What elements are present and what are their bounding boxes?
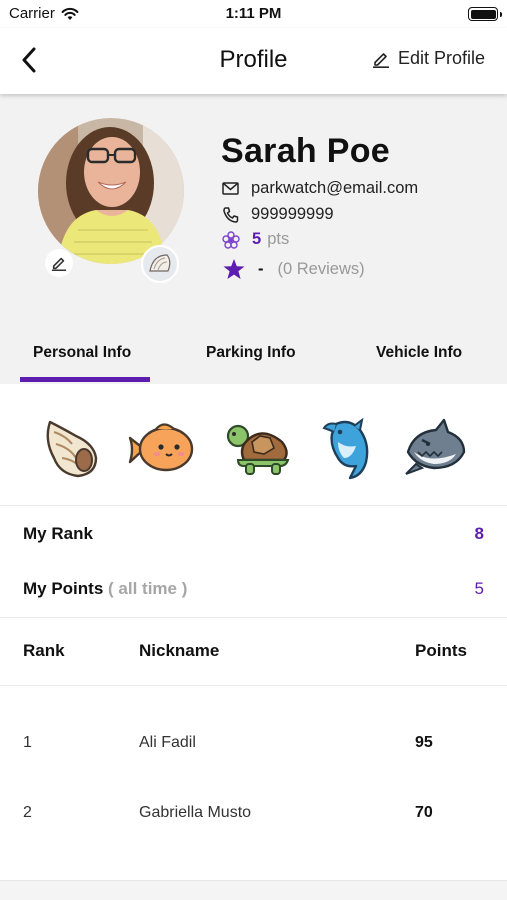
tab-vehicle-info[interactable]: Vehicle Info	[376, 344, 462, 362]
mail-icon	[222, 182, 239, 195]
row-nickname: Ali Fadil	[139, 734, 196, 751]
table-row[interactable]: 1 Ali Fadil 95	[0, 724, 507, 764]
my-points-row: My Points ( all time ) 5	[0, 561, 507, 618]
pencil-icon	[372, 52, 389, 68]
star-icon	[223, 259, 245, 279]
rank-badge	[141, 245, 179, 283]
my-points-value: 5	[474, 579, 484, 598]
row-nickname: Gabriella Musto	[139, 804, 252, 821]
rank-creatures	[0, 384, 507, 506]
my-points-sublabel: ( all time )	[108, 579, 188, 598]
row-rank: 1	[23, 734, 32, 751]
points-unit: pts	[267, 230, 290, 248]
my-rank-label: My Rank	[23, 524, 93, 543]
bottom-edge	[0, 880, 507, 900]
table-row[interactable]: 2 Gabriella Musto 70	[0, 794, 507, 834]
rank-column-header: Rank	[23, 641, 65, 660]
avatar-photo	[38, 118, 184, 264]
points-row: 5 pts	[222, 230, 289, 249]
email-text: parkwatch@email.com	[251, 179, 419, 197]
row-points: 95	[415, 734, 433, 751]
pencil-icon	[51, 257, 67, 271]
seashell-icon	[46, 420, 98, 478]
rating-value: -	[258, 260, 264, 278]
my-points-label-wrap: My Points ( all time )	[23, 579, 187, 599]
edit-profile-button[interactable]: Edit Profile	[372, 48, 485, 69]
my-points-label: My Points	[23, 579, 104, 598]
email-row: parkwatch@email.com	[222, 179, 418, 198]
row-points: 70	[415, 804, 433, 821]
fish-icon	[128, 423, 194, 472]
status-bar: Carrier 1:11 PM	[0, 0, 507, 28]
nickname-column-header: Nickname	[139, 641, 220, 660]
seashell-icon	[149, 254, 171, 272]
dolphin-icon	[322, 418, 369, 480]
leaderboard-header: Rank Nickname Points	[0, 618, 507, 686]
battery-icon	[468, 7, 502, 21]
profile-name: Sarah Poe	[221, 132, 390, 170]
reviews-count[interactable]: (0 Reviews)	[278, 260, 365, 279]
my-rank-value: 8	[474, 524, 484, 543]
phone-icon	[223, 206, 239, 223]
shark-icon	[405, 418, 466, 475]
points-value: 5	[252, 230, 262, 248]
tab-parking-info[interactable]: Parking Info	[206, 344, 296, 362]
edit-profile-label: Edit Profile	[397, 48, 485, 68]
points-column-header: Points	[415, 641, 467, 660]
turtle-icon	[226, 424, 290, 475]
avatar-edit-button[interactable]	[45, 249, 73, 277]
clock: 1:11 PM	[225, 5, 282, 22]
active-tab-indicator	[20, 377, 150, 382]
rating-row: - (0 Reviews)	[222, 258, 365, 281]
tab-personal-info[interactable]: Personal Info	[33, 344, 131, 362]
flower-badge-icon	[222, 230, 240, 249]
phone-row: 999999999	[222, 205, 334, 224]
profile-header: Sarah Poe parkwatch@email.com 999999999 …	[0, 94, 507, 384]
row-rank: 2	[23, 804, 32, 821]
avatar[interactable]	[38, 118, 184, 264]
nav-bar: Profile Edit Profile	[0, 28, 507, 94]
my-rank-row: My Rank 8	[0, 506, 507, 562]
phone-text: 999999999	[251, 205, 334, 223]
